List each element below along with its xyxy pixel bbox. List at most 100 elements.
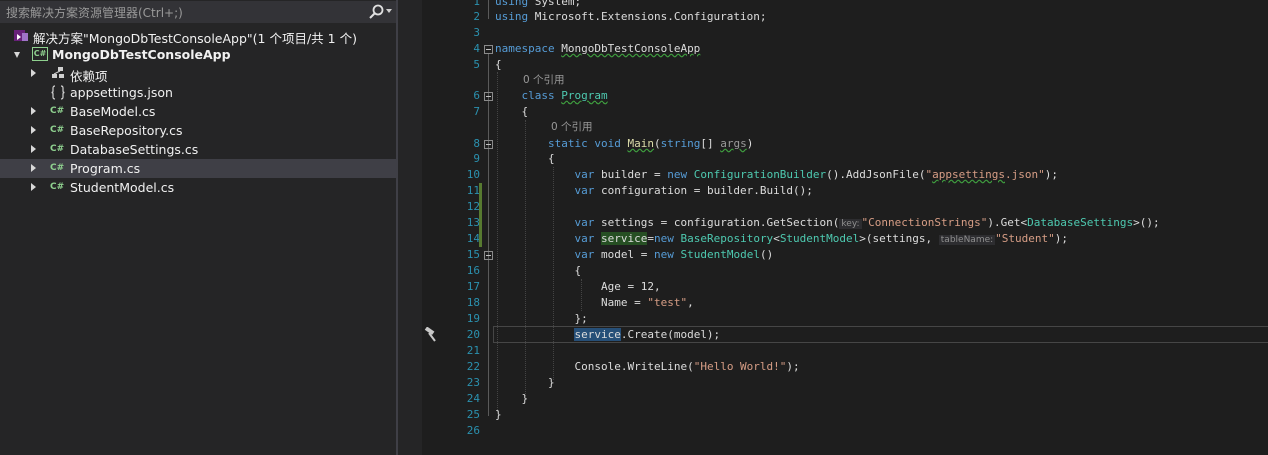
collapse-region-icon[interactable]	[484, 45, 493, 54]
line-number: 26	[466, 424, 480, 437]
csharp-file-icon: C#	[50, 182, 65, 192]
type-name: BaseRepository	[680, 232, 774, 245]
line-number: 16	[466, 264, 480, 277]
type-name: StudentModel	[779, 232, 860, 245]
codelens-references[interactable]: 0 个引用	[523, 73, 565, 87]
highlighted-reference: service	[574, 328, 621, 341]
code-text: Console.WriteLine(	[574, 360, 694, 373]
identifier: System;	[534, 0, 582, 8]
keyword: new	[653, 232, 674, 245]
punctuation: {	[574, 264, 582, 277]
line-number: 25	[466, 408, 480, 421]
code-text: configuration = builder.Build();	[594, 184, 813, 197]
tree-item-databasesettings[interactable]: C# DatabaseSettings.cs	[0, 140, 396, 159]
code-editor[interactable]: 1 2 3 4 5 6 7 8 9 10 11 12 13 14 15 16 1…	[422, 0, 1268, 455]
punctuation: }	[495, 408, 502, 421]
change-indicator	[479, 183, 482, 247]
keyword: void	[594, 137, 621, 150]
punctuation: {	[547, 152, 555, 165]
collapse-arrow-icon[interactable]	[31, 107, 36, 115]
punctuation: {	[495, 58, 502, 71]
string-literal: "ConnectionStrings"	[861, 216, 988, 229]
code-text: ).Get<	[987, 216, 1028, 229]
code-text: Age = 12,	[600, 280, 661, 293]
line-number: 20	[466, 328, 480, 341]
line-number: 11	[466, 184, 480, 197]
code-line: var settings = configuration.GetSection(…	[495, 215, 1160, 231]
tree-item-basemodel[interactable]: C# BaseModel.cs	[0, 102, 396, 121]
keyword: namespace	[495, 42, 555, 55]
punctuation: []	[700, 137, 721, 150]
line-number: 15	[466, 248, 480, 261]
code-line: }	[495, 375, 555, 391]
code-line: Console.WriteLine("Hello World!");	[495, 359, 799, 375]
method-name: Main	[627, 137, 654, 150]
tree-item-studentmodel[interactable]: C# StudentModel.cs	[0, 178, 396, 197]
type-name: DatabaseSettings	[1027, 216, 1134, 229]
code-line: namespace MongoDbTestConsoleApp	[495, 41, 700, 57]
outline-line	[488, 0, 489, 19]
dependencies-icon	[52, 67, 64, 78]
tree-item-appsettings[interactable]: appsettings.json	[0, 83, 396, 102]
identifier: MongoDbTestConsoleApp	[561, 42, 701, 55]
solution-explorer-search-box[interactable]: 搜索解决方案资源管理器(Ctrl+;)	[0, 1, 396, 23]
code-text: .Create(model);	[620, 328, 721, 341]
collapse-arrow-icon[interactable]	[31, 183, 36, 191]
collapse-arrow-icon[interactable]	[31, 164, 36, 172]
csharp-project-icon: C#	[32, 47, 48, 61]
json-file-icon	[51, 85, 65, 100]
tree-item-dependencies[interactable]: 依赖项	[0, 64, 396, 84]
editor-glyph-margin	[398, 0, 422, 455]
line-number: 10	[466, 168, 480, 181]
line-number: 5	[473, 58, 480, 71]
search-icon[interactable]	[368, 4, 386, 20]
search-options-dropdown-icon[interactable]	[386, 9, 392, 13]
keyword: new	[667, 168, 688, 181]
code-line: service.Create(model);	[495, 327, 720, 343]
solution-icon	[14, 30, 28, 41]
code-text: Name =	[600, 296, 648, 309]
project-node[interactable]: C# MongoDbTestConsoleApp	[0, 45, 396, 64]
string-literal: "Hello World!"	[693, 360, 787, 373]
parameter-hint: key:	[839, 219, 862, 229]
csharp-file-icon: C#	[50, 125, 65, 135]
codelens-references[interactable]: 0 个引用	[551, 120, 593, 134]
collapse-region-icon[interactable]	[484, 251, 493, 260]
code-line: var model = new StudentModel()	[495, 247, 773, 263]
solution-node[interactable]: 解决方案"MongoDbTestConsoleApp"(1 个项目/共 1 个)	[0, 26, 396, 46]
punctuation: =	[647, 232, 654, 245]
tree-item-label: StudentModel.cs	[70, 180, 175, 195]
search-input[interactable]: 搜索解决方案资源管理器(Ctrl+;)	[6, 4, 183, 21]
punctuation: }	[547, 376, 555, 389]
line-number: 6	[473, 89, 480, 102]
code-line: static void Main(string[] args)	[495, 136, 753, 152]
code-line: class Program	[495, 88, 608, 104]
code-line: }	[495, 391, 529, 407]
collapse-region-icon[interactable]	[484, 92, 493, 101]
code-line: var configuration = builder.Build();	[495, 183, 813, 199]
line-number: 12	[466, 200, 480, 213]
collapse-arrow-icon[interactable]	[31, 69, 36, 77]
tree-item-baserepository[interactable]: C# BaseRepository.cs	[0, 121, 396, 140]
expand-arrow-icon[interactable]	[14, 52, 20, 58]
line-number: 4	[473, 42, 480, 55]
string-literal: .json"	[1005, 168, 1045, 181]
line-number: 23	[466, 376, 480, 389]
line-number: 19	[466, 312, 480, 325]
keyword: var	[574, 184, 595, 197]
tree-item-label: Program.cs	[70, 161, 141, 176]
type-name: StudentModel	[680, 248, 760, 261]
tree-item-label: BaseModel.cs	[70, 104, 156, 119]
collapse-region-icon[interactable]	[484, 140, 493, 149]
code-line: Name = "test",	[495, 295, 694, 311]
keyword: using	[495, 10, 529, 23]
code-line: Age = 12,	[495, 279, 661, 295]
collapse-arrow-icon[interactable]	[31, 145, 36, 153]
tree-item-program[interactable]: C# Program.cs	[0, 159, 396, 178]
keyword: new	[653, 248, 681, 261]
line-number: 17	[466, 280, 480, 293]
line-number: 14	[466, 232, 480, 245]
code-text: builder =	[594, 168, 668, 181]
code-line: }	[495, 407, 502, 423]
collapse-arrow-icon[interactable]	[31, 126, 36, 134]
